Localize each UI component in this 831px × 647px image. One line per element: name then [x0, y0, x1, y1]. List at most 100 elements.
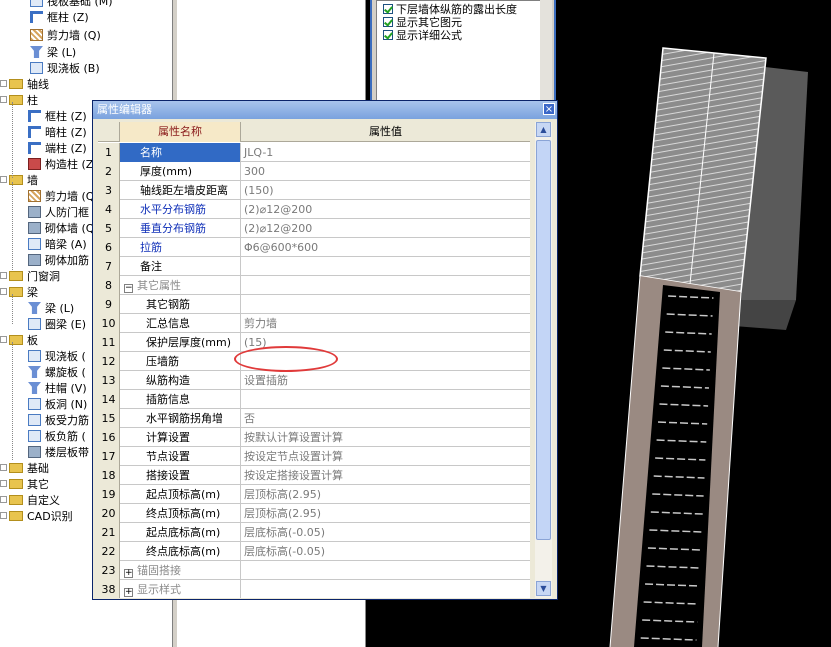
expand-icon[interactable]: + — [124, 569, 133, 578]
property-row[interactable]: 5 垂直分布钢筋 (2)⌀12@200 — [98, 219, 530, 238]
tree-node[interactable]: CAD识别 — [0, 509, 73, 525]
tree-node[interactable]: 墙 — [0, 173, 38, 189]
property-name-cell[interactable]: 垂直分布钢筋 — [120, 219, 241, 238]
tree-node[interactable]: 砌体加筋 — [28, 253, 89, 269]
expand-icon[interactable]: + — [124, 588, 133, 597]
property-value-cell[interactable]: 300 — [241, 162, 530, 181]
scroll-thumb[interactable] — [536, 140, 551, 540]
property-value-cell[interactable] — [241, 257, 530, 276]
tree-node[interactable]: 暗梁 (A) — [28, 237, 87, 253]
property-name-cell[interactable]: 拉筋 — [120, 238, 241, 257]
property-row[interactable]: 14 插筋信息 — [98, 390, 530, 409]
property-value-cell[interactable]: (2)⌀12@200 — [241, 200, 530, 219]
property-name-cell[interactable]: 水平分布钢筋 — [120, 200, 241, 219]
property-row[interactable]: 17 节点设置 按设定节点设置计算 — [98, 447, 530, 466]
scroll-down-icon[interactable]: ▼ — [536, 581, 551, 596]
tree-node[interactable]: 板洞 (N) — [28, 397, 87, 413]
property-value-cell[interactable]: 按默认计算设置计算 — [241, 428, 530, 447]
property-name-cell[interactable]: 起点底标高(m) — [120, 523, 241, 542]
tree-node[interactable]: 端柱 (Z) — [28, 141, 87, 157]
checkbox-checked[interactable] — [383, 30, 393, 40]
property-name-cell[interactable]: 汇总信息 — [120, 314, 241, 333]
tree-node[interactable]: 自定义 — [0, 493, 60, 509]
property-name-cell[interactable]: 压墙筋 — [120, 352, 241, 371]
header-value[interactable]: 属性值 — [241, 122, 530, 142]
property-name-cell[interactable]: 轴线距左墙皮距离 — [120, 181, 241, 200]
tree-node[interactable]: 板负筋 ( — [28, 429, 86, 445]
property-value-cell[interactable] — [241, 580, 530, 598]
tree-node[interactable]: 柱帽 (V) — [28, 381, 87, 397]
property-value-cell[interactable]: JLQ-1 — [241, 143, 530, 162]
property-value-cell[interactable]: 按设定搭接设置计算 — [241, 466, 530, 485]
property-name-cell[interactable]: 计算设置 — [120, 428, 241, 447]
property-row[interactable]: 10 汇总信息 剪力墙 — [98, 314, 530, 333]
tree-node[interactable]: 板 — [0, 333, 38, 349]
checkbox-checked[interactable] — [383, 17, 393, 27]
property-row[interactable]: 15 水平钢筋拐角增 否 — [98, 409, 530, 428]
collapse-icon[interactable]: − — [124, 284, 133, 293]
property-value-cell[interactable]: 剪力墙 — [241, 314, 530, 333]
close-icon[interactable]: × — [543, 103, 555, 115]
tree-node[interactable]: 轴线 — [0, 77, 49, 93]
header-name[interactable]: 属性名称 — [120, 122, 241, 142]
tree-node[interactable]: 梁 — [0, 285, 38, 301]
property-row[interactable]: 6 拉筋 Φ6@600*600 — [98, 238, 530, 257]
property-editor-titlebar[interactable]: 属性编辑器 — [93, 101, 557, 119]
checkbox-checked[interactable] — [383, 4, 393, 14]
property-row[interactable]: 16 计算设置 按默认计算设置计算 — [98, 428, 530, 447]
tree-node[interactable]: 框柱 (Z) — [30, 10, 89, 26]
tree-node[interactable]: 梁 (L) — [28, 301, 74, 317]
tree-node[interactable]: 其它 — [0, 477, 49, 493]
property-name-cell[interactable]: 厚度(mm) — [120, 162, 241, 181]
tree-node[interactable]: 板受力筋 — [28, 413, 89, 429]
property-value-cell[interactable]: (2)⌀12@200 — [241, 219, 530, 238]
tree-node[interactable]: 筏板基础 (M) — [30, 0, 113, 10]
property-name-cell[interactable]: + 显示样式 — [120, 580, 241, 598]
expand-icon[interactable] — [0, 288, 7, 295]
property-value-cell[interactable]: 层顶标高(2.95) — [241, 504, 530, 523]
property-name-cell[interactable]: 终点顶标高(m) — [120, 504, 241, 523]
option-show-formula[interactable]: 显示详细公式 — [383, 29, 462, 43]
property-row[interactable]: 20 终点顶标高(m) 层顶标高(2.95) — [98, 504, 530, 523]
expand-icon[interactable] — [0, 80, 7, 87]
expand-icon[interactable] — [0, 480, 7, 487]
tree-node[interactable]: 框柱 (Z) — [28, 109, 87, 125]
tree-node[interactable]: 圈梁 (E) — [28, 317, 86, 333]
property-row[interactable]: 3 轴线距左墙皮距离 (150) — [98, 181, 530, 200]
expand-icon[interactable] — [0, 336, 7, 343]
property-value-cell[interactable]: 否 — [241, 409, 530, 428]
property-row[interactable]: 8− 其它属性 — [98, 276, 530, 295]
tree-node[interactable]: 暗柱 (Z) — [28, 125, 87, 141]
property-row[interactable]: 22 终点底标高(m) 层底标高(-0.05) — [98, 542, 530, 561]
property-name-cell[interactable]: 保护层厚度(mm) — [120, 333, 241, 352]
property-row[interactable]: 18 搭接设置 按设定搭接设置计算 — [98, 466, 530, 485]
tree-node[interactable]: 螺旋板 ( — [28, 365, 86, 381]
property-name-cell[interactable]: 其它钢筋 — [120, 295, 241, 314]
property-name-cell[interactable]: − 其它属性 — [120, 276, 241, 295]
option-show-other[interactable]: 显示其它图元 — [383, 16, 462, 30]
expand-icon[interactable] — [0, 496, 7, 503]
property-row[interactable]: 7 备注 — [98, 257, 530, 276]
expand-icon[interactable] — [0, 272, 7, 279]
property-value-cell[interactable]: 按设定节点设置计算 — [241, 447, 530, 466]
property-value-cell[interactable] — [241, 295, 530, 314]
property-value-cell[interactable] — [241, 390, 530, 409]
scroll-up-icon[interactable]: ▲ — [536, 122, 551, 137]
expand-icon[interactable] — [0, 176, 7, 183]
property-name-cell[interactable]: 插筋信息 — [120, 390, 241, 409]
expand-icon[interactable] — [0, 96, 7, 103]
expand-icon[interactable] — [0, 512, 7, 519]
property-value-cell[interactable]: Φ6@600*600 — [241, 238, 530, 257]
property-value-cell[interactable] — [241, 561, 530, 580]
property-name-cell[interactable]: 水平钢筋拐角增 — [120, 409, 241, 428]
tree-node[interactable]: 梁 (L) — [30, 45, 76, 61]
tree-node[interactable]: 剪力墙 (Q — [28, 189, 94, 205]
tree-node[interactable]: 楼层板带 — [28, 445, 89, 461]
property-scrollbar[interactable]: ▲ ▼ — [535, 122, 552, 598]
property-value-cell[interactable]: 层顶标高(2.95) — [241, 485, 530, 504]
property-name-cell[interactable]: 起点顶标高(m) — [120, 485, 241, 504]
property-name-cell[interactable]: 节点设置 — [120, 447, 241, 466]
property-row[interactable]: 19 起点顶标高(m) 层顶标高(2.95) — [98, 485, 530, 504]
property-row[interactable]: 4 水平分布钢筋 (2)⌀12@200 — [98, 200, 530, 219]
expand-icon[interactable] — [0, 464, 7, 471]
